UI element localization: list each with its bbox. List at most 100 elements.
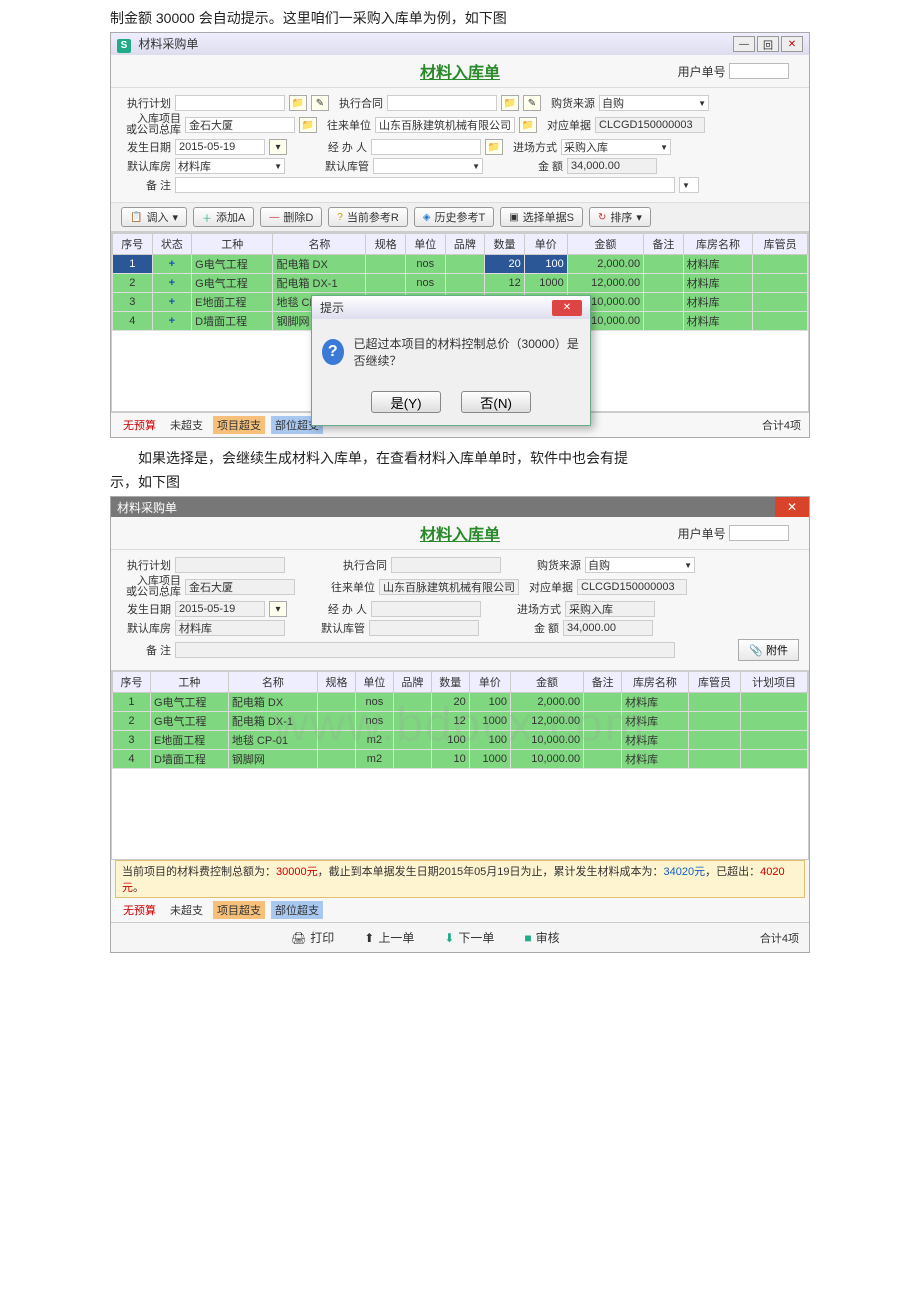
project-pick-icon[interactable]: 📁: [299, 117, 317, 133]
handler-field[interactable]: [371, 139, 481, 155]
col-price[interactable]: 单价: [524, 234, 567, 255]
vendor-field-2: 山东百脉建筑机械有限公司: [379, 579, 519, 595]
audit-button[interactable]: ■审核: [524, 929, 559, 946]
project-field[interactable]: 金石大厦: [185, 117, 295, 133]
exec-contract-field[interactable]: [387, 95, 497, 111]
amount-field-2: 34,000.00: [563, 620, 653, 636]
exec-contract-clear-icon[interactable]: ✎: [523, 95, 541, 111]
exec-contract-label-2: 执行合同: [337, 557, 387, 573]
dialog-no-button[interactable]: 否(N): [461, 391, 531, 413]
remark-dropdown[interactable]: ▼: [679, 177, 699, 193]
app-icon: S: [117, 39, 131, 53]
col2-keeper[interactable]: 库管员: [688, 672, 740, 693]
date-picker-icon[interactable]: ▾: [269, 139, 287, 155]
source-label: 购货来源: [545, 95, 595, 111]
dialog-close-button[interactable]: ✕: [552, 300, 582, 316]
add-button[interactable]: ＋添加A: [193, 207, 254, 227]
help-icon: ?: [337, 212, 343, 223]
table-row[interactable]: 1+G电气工程配电箱 DXnos201002,000.00材料库: [113, 255, 808, 274]
col-status[interactable]: 状态: [152, 234, 192, 255]
amount-label-2: 金 额: [509, 620, 559, 636]
col-store[interactable]: 库房名称: [683, 234, 753, 255]
page-title: 材料入库单: [420, 59, 500, 83]
col-spec[interactable]: 规格: [366, 234, 406, 255]
col-unit[interactable]: 单位: [406, 234, 446, 255]
date-field[interactable]: 2015-05-19: [175, 139, 265, 155]
table-row[interactable]: 3E地面工程地毯 CP-01m210010010,000.00材料库: [113, 731, 808, 750]
date-label: 发生日期: [121, 139, 171, 155]
dialog-yes-button[interactable]: 是(Y): [371, 391, 441, 413]
print-icon: 🖨: [291, 931, 306, 945]
sort-button[interactable]: ↻排序▾: [589, 207, 651, 227]
exec-contract-label: 执行合同: [333, 95, 383, 111]
col2-amount[interactable]: 金额: [510, 672, 583, 693]
user-no-input-2[interactable]: [729, 525, 789, 541]
col2-qty[interactable]: 数量: [431, 672, 469, 693]
table-row[interactable]: 2G电气工程配电箱 DX-1nos12100012,000.00材料库: [113, 712, 808, 731]
exec-contract-pick-icon[interactable]: 📁: [501, 95, 519, 111]
col2-remark[interactable]: 备注: [584, 672, 622, 693]
print-button[interactable]: 🖨打印: [291, 929, 334, 946]
mode-label-2: 进场方式: [511, 601, 561, 617]
cur-ref-button[interactable]: ?当前参考R: [328, 207, 408, 227]
delete-button[interactable]: —删除D: [260, 207, 322, 227]
col2-work[interactable]: 工种: [150, 672, 228, 693]
exec-plan-field[interactable]: [175, 95, 285, 111]
vendor-pick-icon[interactable]: 📁: [519, 117, 537, 133]
col2-brand[interactable]: 品牌: [393, 672, 431, 693]
col2-plan-item[interactable]: 计划项目: [741, 672, 808, 693]
remark-label-2: 备 注: [121, 642, 171, 658]
col-name[interactable]: 名称: [273, 234, 366, 255]
attach-button[interactable]: 📎 附件: [738, 639, 799, 661]
table-row[interactable]: 1G电气工程配电箱 DXnos201002,000.00材料库: [113, 693, 808, 712]
col2-seq[interactable]: 序号: [113, 672, 151, 693]
table-row[interactable]: 2+G电气工程配电箱 DX-1nos12100012,000.00材料库: [113, 274, 808, 293]
col-qty[interactable]: 数量: [485, 234, 525, 255]
col-brand[interactable]: 品牌: [445, 234, 485, 255]
exec-plan-field-2: [175, 557, 285, 573]
legend-part-over-2: 部位超支: [271, 901, 323, 919]
data-table-2: 序号 工种 名称 规格 单位 品牌 数量 单价 金额 备注 库房名称 库管员 计…: [112, 671, 808, 769]
col-work[interactable]: 工种: [192, 234, 273, 255]
source-select-2[interactable]: 自购▼: [585, 557, 695, 573]
exec-plan-pick-icon[interactable]: 📁: [289, 95, 307, 111]
col-amount[interactable]: 金额: [567, 234, 643, 255]
default-keeper-label: 默认库管: [319, 158, 369, 174]
select-doc-button[interactable]: ▣选择单据S: [500, 207, 583, 227]
dialog-buttons: 是(Y) 否(N): [312, 385, 590, 425]
minimize-button[interactable]: —: [733, 36, 755, 52]
next-doc-button[interactable]: ⬇下一单: [444, 929, 494, 946]
hist-ref-button[interactable]: ◈历史参考T: [414, 207, 494, 227]
table-row[interactable]: 4D墙面工程钢脚网m210100010,000.00材料库: [113, 750, 808, 769]
col2-spec[interactable]: 规格: [318, 672, 356, 693]
vendor-label: 往来单位: [321, 117, 371, 133]
user-no-input[interactable]: [729, 63, 789, 79]
exec-plan-clear-icon[interactable]: ✎: [311, 95, 329, 111]
col2-price[interactable]: 单价: [469, 672, 510, 693]
remark-field[interactable]: [175, 177, 675, 193]
source-select[interactable]: 自购▼: [599, 95, 709, 111]
col-remark[interactable]: 备注: [644, 234, 684, 255]
handler-pick-icon[interactable]: 📁: [485, 139, 503, 155]
date-field-2: 2015-05-19: [175, 601, 265, 617]
col2-name[interactable]: 名称: [228, 672, 317, 693]
default-keeper-select[interactable]: ▼: [373, 158, 483, 174]
col2-store[interactable]: 库房名称: [622, 672, 689, 693]
close-button[interactable]: ✕: [781, 36, 803, 52]
col2-unit[interactable]: 单位: [355, 672, 393, 693]
grid-wrap-2[interactable]: 序号 工种 名称 规格 单位 品牌 数量 单价 金额 备注 库房名称 库管员 计…: [111, 670, 809, 860]
close-button-2[interactable]: ✕: [775, 497, 809, 517]
maximize-button[interactable]: 回: [757, 36, 779, 52]
col-keeper[interactable]: 库管员: [753, 234, 808, 255]
default-store-select[interactable]: 材料库▼: [175, 158, 285, 174]
window-buttons: — 回 ✕: [733, 36, 803, 52]
col-seq[interactable]: 序号: [113, 234, 153, 255]
project-label: 入库项目或公司总库: [121, 114, 181, 136]
vendor-field[interactable]: 山东百脉建筑机械有限公司: [375, 117, 515, 133]
legend-not-over: 未超支: [166, 416, 207, 434]
date-picker-icon-2[interactable]: ▾: [269, 601, 287, 617]
prev-doc-button[interactable]: ⬆上一单: [364, 929, 414, 946]
handler-label-2: 经 办 人: [317, 601, 367, 617]
import-button[interactable]: 📋调入▾: [121, 207, 187, 227]
mode-select[interactable]: 采购入库▼: [561, 139, 671, 155]
